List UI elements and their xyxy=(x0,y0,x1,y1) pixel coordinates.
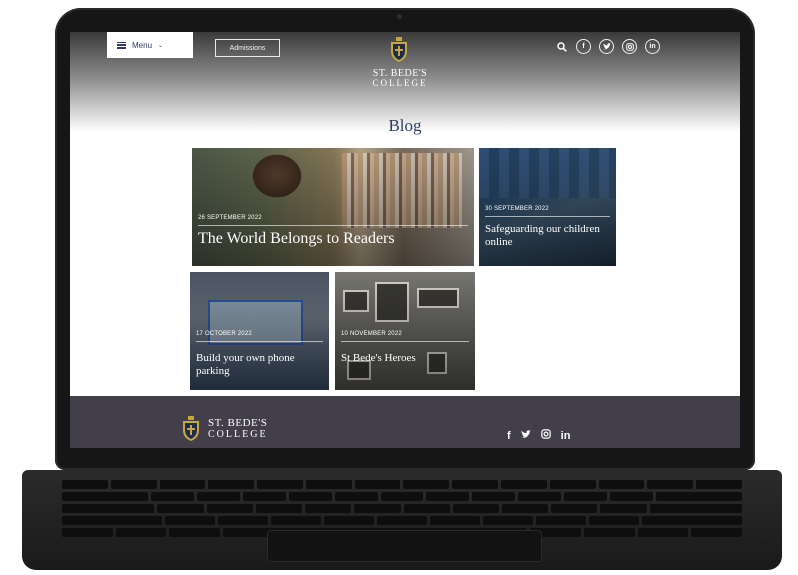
twitter-icon[interactable] xyxy=(520,429,531,442)
keyboard xyxy=(22,470,782,570)
footer-wordmark[interactable]: ST. BEDE'S COLLEGE xyxy=(208,417,268,440)
key-grid xyxy=(62,480,743,537)
blog-card-readers[interactable]: 26 SEPTEMBER 2022 The World Belongs to R… xyxy=(192,148,474,266)
post-title: St Bede's Heroes xyxy=(341,352,416,364)
divider xyxy=(196,341,323,342)
college-crest-logo[interactable] xyxy=(388,37,410,63)
blog-card-safeguarding[interactable]: 30 SEPTEMBER 2022 Safeguarding our child… xyxy=(479,148,616,266)
blog-card-phone-parking[interactable]: 17 OCTOBER 2022 Build your own phone par… xyxy=(190,272,329,390)
chevron-down-icon: ⌄ xyxy=(158,42,164,49)
footer-social-links: f in xyxy=(507,429,570,442)
page-title: Blog xyxy=(388,116,422,135)
instagram-icon[interactable] xyxy=(622,39,637,54)
facebook-icon[interactable]: f xyxy=(576,39,591,54)
linkedin-icon[interactable]: in xyxy=(645,39,660,54)
divider xyxy=(341,341,469,342)
post-date: 17 OCTOBER 2022 xyxy=(196,331,252,337)
post-date: 26 SEPTEMBER 2022 xyxy=(198,215,262,221)
blog-card-heroes[interactable]: 10 NOVEMBER 2022 St Bede's Heroes xyxy=(335,272,475,390)
twitter-icon[interactable] xyxy=(599,39,614,54)
post-date: 30 SEPTEMBER 2022 xyxy=(485,206,549,212)
brand-name-top: ST. BEDE'S xyxy=(208,417,268,429)
facebook-icon[interactable]: f xyxy=(507,430,511,442)
divider xyxy=(198,225,468,226)
header-social-links: f in xyxy=(556,39,660,54)
camera-dot xyxy=(397,14,402,19)
search-icon[interactable] xyxy=(556,41,568,53)
admissions-button[interactable]: Admissions xyxy=(215,39,280,57)
post-date: 10 NOVEMBER 2022 xyxy=(341,331,402,337)
brand-name-bottom: COLLEGE xyxy=(372,78,428,88)
trackpad xyxy=(267,530,542,562)
laptop-device: Menu ⌄ Admissions ST. BEDE'S COLLEGE f i… xyxy=(0,0,798,575)
post-title: Build your own phone parking xyxy=(196,352,295,377)
site-footer: ST. BEDE'S COLLEGE f in xyxy=(70,396,740,448)
menu-button[interactable]: Menu ⌄ xyxy=(107,32,193,58)
menu-label: Menu xyxy=(132,40,153,50)
footer-crest-logo[interactable] xyxy=(180,416,202,442)
hamburger-icon xyxy=(117,41,126,49)
divider xyxy=(485,216,610,217)
college-wordmark[interactable]: ST. BEDE'S COLLEGE xyxy=(358,69,442,88)
post-title: The World Belongs to Readers xyxy=(198,230,395,247)
instagram-icon[interactable] xyxy=(540,429,551,442)
linkedin-icon[interactable]: in xyxy=(561,430,571,442)
website-screen: Menu ⌄ Admissions ST. BEDE'S COLLEGE f i… xyxy=(70,32,740,448)
brand-name-bottom: COLLEGE xyxy=(208,428,268,440)
post-title: Safeguarding our children online xyxy=(485,223,600,248)
